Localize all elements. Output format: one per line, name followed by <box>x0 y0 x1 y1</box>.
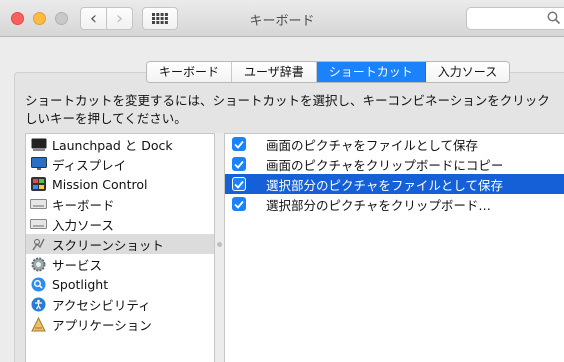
launchpad-icon <box>30 137 47 152</box>
shortcut-row[interactable]: 選択部分のピクチャをクリップボード… <box>225 194 564 214</box>
instructions-line-2: しいキーを押してください。 <box>25 111 187 126</box>
checkmark-icon <box>234 200 244 209</box>
tab-input-sources[interactable]: 入力ソース <box>425 62 510 82</box>
checkmark-icon <box>234 180 244 189</box>
shortcut-label: 画面のピクチャをクリップボードにコピー <box>266 157 504 173</box>
gear-icon <box>30 257 47 272</box>
category-launchpad-dock[interactable]: Launchpad と Dock <box>26 134 214 154</box>
category-spotlight[interactable]: Spotlight <box>26 274 214 294</box>
category-label: アクセシビリティ <box>52 297 151 313</box>
category-label: サービス <box>52 257 103 273</box>
category-mission-control[interactable]: Mission Control <box>26 174 214 194</box>
divider-handle[interactable] <box>217 242 222 247</box>
chevron-right-icon: › <box>115 7 124 29</box>
shortcut-label: 画面のピクチャをファイルとして保存 <box>266 137 479 153</box>
tab-bar: キーボード ユーザ辞書 ショートカット 入力ソース <box>146 61 511 83</box>
shortcut-category-list[interactable]: Launchpad と Dock ディスプレイ Mission Control … <box>25 133 215 362</box>
zoom-window-button[interactable] <box>55 12 68 25</box>
category-label: Mission Control <box>52 176 148 192</box>
category-label: スクリーンショット <box>52 237 164 253</box>
shortcut-row[interactable]: 画面のピクチャをクリップボードにコピー <box>225 154 564 174</box>
category-services[interactable]: サービス <box>26 254 214 274</box>
show-all-button[interactable] <box>142 7 178 30</box>
category-label: Spotlight <box>52 276 109 292</box>
shortcut-label: 選択部分のピクチャをファイルとして保存 <box>266 177 504 193</box>
shortcut-enabled-checkbox[interactable] <box>232 137 246 151</box>
shortcut-enabled-checkbox[interactable] <box>232 177 246 191</box>
spotlight-icon <box>30 277 47 292</box>
back-button[interactable]: ‹ <box>80 7 107 30</box>
category-label: 入力ソース <box>52 217 114 233</box>
input-source-icon <box>30 217 47 232</box>
screenshot-icon <box>30 237 47 252</box>
category-keyboard[interactable]: キーボード <box>26 194 214 214</box>
shortcut-row[interactable]: 画面のピクチャをファイルとして保存 <box>225 134 564 154</box>
shortcut-enabled-checkbox[interactable] <box>232 197 246 211</box>
category-applications[interactable]: アプリケーション <box>26 314 214 334</box>
chevron-left-icon: ‹ <box>89 7 98 29</box>
checkmark-icon <box>234 140 244 149</box>
checkmark-icon <box>234 160 244 169</box>
tab-shortcuts[interactable]: ショートカット <box>316 62 426 82</box>
shortcut-row[interactable]: 選択部分のピクチャをファイルとして保存 <box>225 174 564 194</box>
search-icon <box>547 11 561 25</box>
close-window-button[interactable] <box>11 12 24 25</box>
category-accessibility[interactable]: アクセシビリティ <box>26 294 214 314</box>
title-bar: ‹ › キーボード <box>0 0 564 37</box>
shortcut-list[interactable]: 画面のピクチャをファイルとして保存 画面のピクチャをクリップボードにコピー 選択… <box>224 133 564 362</box>
shortcut-label: 選択部分のピクチャをクリップボード… <box>266 197 491 213</box>
category-label: アプリケーション <box>52 317 152 333</box>
accessibility-icon <box>30 297 47 312</box>
grid-icon <box>152 13 168 24</box>
category-input-sources[interactable]: 入力ソース <box>26 214 214 234</box>
tab-keyboard[interactable]: キーボード <box>147 62 233 82</box>
display-icon <box>30 157 47 172</box>
category-display[interactable]: ディスプレイ <box>26 154 214 174</box>
forward-button[interactable]: › <box>106 7 133 30</box>
search-input[interactable] <box>466 7 564 30</box>
category-label: ディスプレイ <box>52 157 127 173</box>
minimize-window-button[interactable] <box>33 12 46 25</box>
category-label: Launchpad と Dock <box>52 137 173 153</box>
category-screenshots[interactable]: スクリーンショット <box>26 234 214 254</box>
category-label: キーボード <box>52 197 115 213</box>
split-view-divider[interactable] <box>215 133 224 362</box>
instructions-text: ショートカットを変更するには、ショートカットを選択し、キーコンビネーションをクリ… <box>25 92 564 128</box>
keyboard-icon <box>30 197 47 212</box>
shortcut-enabled-checkbox[interactable] <box>232 157 246 171</box>
app-store-icon <box>30 316 47 332</box>
mission-control-icon <box>30 177 47 192</box>
tab-user-dictionary[interactable]: ユーザ辞書 <box>232 62 317 82</box>
instructions-line-1: ショートカットを変更するには、ショートカットを選択し、キーコンビネーションをクリ… <box>25 93 550 108</box>
